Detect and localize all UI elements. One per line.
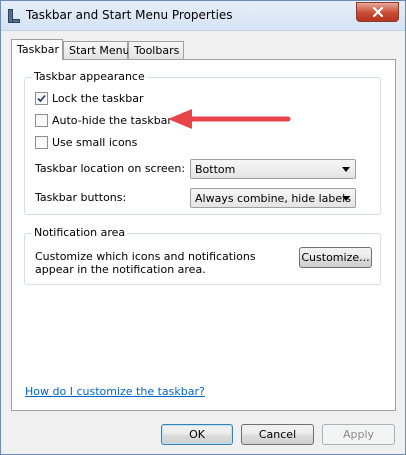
cancel-button[interactable]: Cancel [241,424,314,445]
tab-toolbars[interactable]: Toolbars [128,41,184,59]
button-label: Customize... [301,251,370,264]
tab-label: Toolbars [134,44,180,57]
notification-area-group: Notification area Customize which icons … [24,226,381,285]
apply-button[interactable]: Apply [322,424,395,445]
checkbox-unchecked[interactable] [35,135,48,149]
dropdown-value: Bottom [195,163,236,176]
buttons-label: Taskbar buttons: [35,191,127,204]
help-link[interactable]: How do I customize the taskbar? [25,385,205,398]
buttons-dropdown[interactable]: Always combine, hide labels [190,188,356,208]
group-label: Notification area [32,226,128,239]
properties-dialog: Taskbar and Start Menu Properties Taskba… [0,0,406,455]
button-label: Apply [342,428,375,441]
taskbar-app-icon [8,9,20,23]
ok-button[interactable]: OK [161,424,233,445]
checkbox-label: Lock the taskbar [52,91,144,105]
dropdown-arrow-icon [342,196,350,201]
tab-label: Taskbar [17,43,59,56]
checkbox-label: Use small icons [52,135,138,149]
taskbar-appearance-group: Taskbar appearance Lock the taskbar Auto… [24,70,381,215]
tab-taskbar[interactable]: Taskbar [11,39,63,60]
dropdown-value: Always combine, hide labels [195,192,351,205]
checkbox-unchecked[interactable] [35,113,48,127]
window-title: Taskbar and Start Menu Properties [26,8,233,22]
title-bar[interactable]: Taskbar and Start Menu Properties [1,1,405,31]
location-label: Taskbar location on screen: [35,162,186,175]
auto-hide-checkbox[interactable]: Auto-hide the taskbar [35,113,172,127]
tab-label: Start Menu [69,44,130,57]
annotation-arrow-icon [168,109,291,129]
group-label: Taskbar appearance [32,70,147,83]
checkbox-label: Auto-hide the taskbar [52,113,172,127]
tab-start-menu[interactable]: Start Menu [63,41,130,59]
lock-taskbar-checkbox[interactable]: Lock the taskbar [35,91,144,105]
button-label: OK [189,428,205,441]
notification-description: Customize which icons and notifications … [35,250,256,276]
dropdown-arrow-icon [342,167,350,172]
button-label: Cancel [258,428,297,441]
checkbox-checked[interactable] [35,91,48,105]
checkmark-icon [37,94,46,102]
small-icons-checkbox[interactable]: Use small icons [35,135,137,149]
location-dropdown[interactable]: Bottom [190,159,356,179]
customize-button[interactable]: Customize... [299,247,372,268]
close-icon [372,7,383,17]
close-button[interactable] [356,2,399,22]
